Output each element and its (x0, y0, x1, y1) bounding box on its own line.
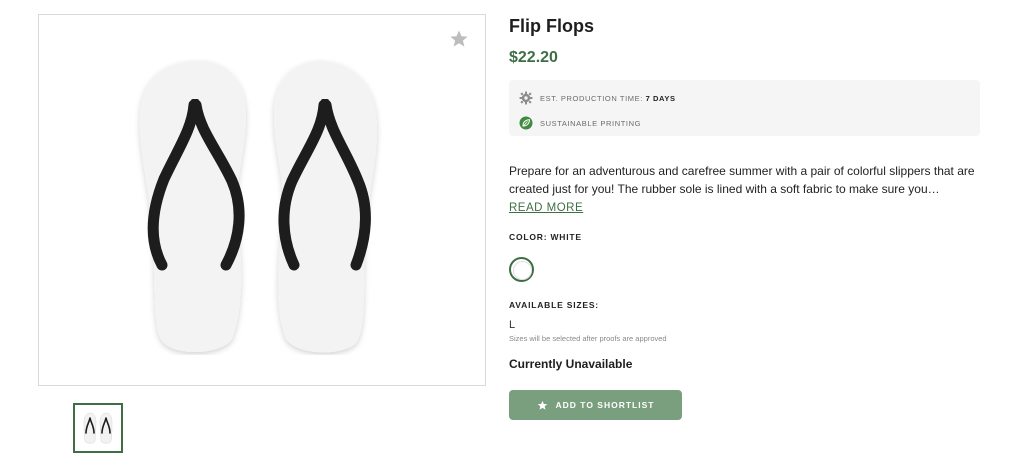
star-icon (537, 400, 547, 410)
product-description: Prepare for an adventurous and carefree … (509, 162, 979, 216)
production-time-text: Est. Production Time: 7 Days (540, 94, 676, 103)
sustainable-printing-text: Sustainable Printing (540, 118, 642, 128)
leaf-icon (519, 116, 533, 130)
flip-flops-image (139, 60, 377, 353)
size-note: Sizes will be selected after proofs are … (509, 334, 667, 343)
description-text: Prepare for an adventurous and carefree … (509, 164, 975, 196)
sustainable-printing-row: Sustainable Printing (519, 113, 970, 133)
production-info-box: Est. Production Time: 7 Days Sustainable… (509, 80, 980, 136)
color-swatch-white[interactable] (509, 257, 534, 282)
available-sizes-label: AVAILABLE SIZES: (509, 300, 599, 310)
product-title: Flip Flops (509, 16, 594, 36)
availability-status: Currently Unavailable (509, 357, 633, 371)
read-more-link[interactable]: READ MORE (509, 200, 583, 216)
gear-icon (519, 91, 533, 105)
add-to-shortlist-label: ADD TO SHORTLIST (555, 400, 655, 410)
add-to-shortlist-button[interactable]: ADD TO SHORTLIST (509, 390, 682, 420)
favorite-star-icon[interactable] (449, 29, 469, 49)
product-image-frame (38, 14, 486, 386)
flip-flops-thumbnail-icon (83, 412, 113, 444)
production-time-value: 7 Days (645, 93, 676, 103)
product-details: Flip Flops $22.20 Est. Production Time: … (509, 14, 981, 420)
size-value: L (509, 319, 516, 331)
production-time-row: Est. Production Time: 7 Days (519, 88, 970, 108)
product-thumbnail[interactable] (73, 403, 123, 453)
color-label: COLOR: WHITE (509, 232, 582, 242)
production-time-label: Est. Production Time: (540, 93, 646, 103)
product-price: $22.20 (509, 49, 558, 66)
